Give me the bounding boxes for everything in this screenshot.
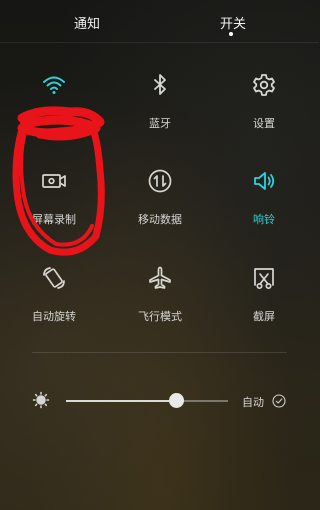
- toggle-bluetooth[interactable]: 蓝牙: [120, 72, 200, 144]
- toggle-settings-label: 设置: [253, 117, 275, 130]
- speaker-icon: [251, 168, 277, 194]
- toggle-bluetooth-label: 蓝牙: [149, 117, 171, 130]
- wifi-icon: [41, 72, 67, 98]
- rotate-icon: [41, 265, 67, 291]
- brightness-icon: [32, 391, 50, 409]
- auto-brightness-checkbox[interactable]: [272, 393, 286, 408]
- toggle-screenshot[interactable]: 截屏: [224, 265, 304, 337]
- toggle-settings[interactable]: 设置: [224, 72, 304, 144]
- toggle-airplane-label: 飞行模式: [138, 310, 182, 323]
- section-divider: [32, 352, 287, 353]
- top-divider: [0, 42, 319, 43]
- toggle-screen-record[interactable]: 屏幕录制: [14, 168, 94, 240]
- active-tab-indicator: [229, 32, 233, 36]
- toggle-screenshot-label: 截屏: [253, 310, 275, 323]
- brightness-control: 自动: [0, 388, 319, 416]
- brightness-slider-fill: [66, 400, 177, 402]
- bluetooth-icon: [147, 72, 173, 98]
- screenshot-icon: [251, 265, 277, 291]
- auto-brightness-label: 自动: [242, 396, 264, 409]
- toggle-airplane[interactable]: 飞行模式: [120, 265, 200, 337]
- toggle-sound-label: 响铃: [253, 213, 275, 226]
- mobile-data-icon: [147, 168, 173, 194]
- panel-tabs: 通知 开关: [0, 0, 319, 40]
- toggle-screen-record-label: 屏幕录制: [32, 213, 76, 226]
- tab-notifications[interactable]: 通知: [74, 13, 100, 32]
- brightness-slider-handle[interactable]: [169, 393, 185, 408]
- toggle-auto-rotate[interactable]: 自动旋转: [14, 265, 94, 337]
- airplane-icon: [147, 265, 173, 291]
- toggle-mobile-data[interactable]: 移动数据: [120, 168, 200, 240]
- toggle-wifi[interactable]: [14, 72, 94, 144]
- toggle-mobile-data-label: 移动数据: [138, 213, 182, 226]
- gear-icon: [251, 72, 277, 98]
- video-camera-icon: [41, 168, 67, 194]
- toggle-auto-rotate-label: 自动旋转: [32, 310, 76, 323]
- brightness-slider-track[interactable]: [66, 400, 228, 402]
- tab-switches[interactable]: 开关: [220, 13, 246, 32]
- toggle-sound[interactable]: 响铃: [224, 168, 304, 240]
